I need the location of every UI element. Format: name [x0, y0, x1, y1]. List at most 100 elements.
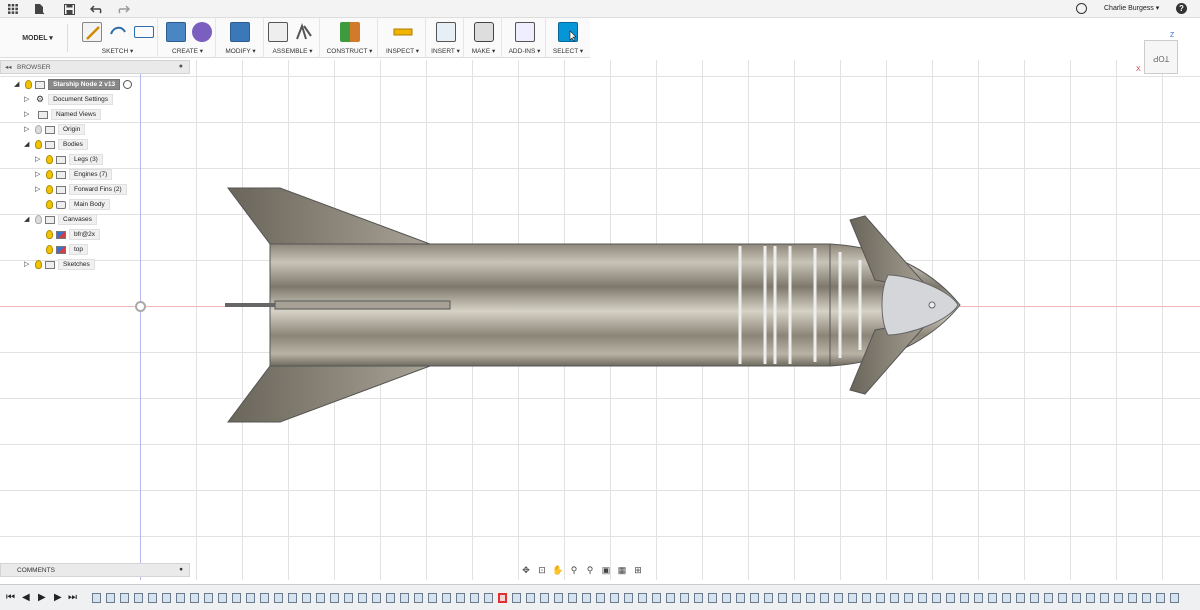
timeline-feature[interactable] — [1030, 593, 1039, 603]
timeline-feature[interactable] — [204, 593, 213, 603]
tree-item-engines[interactable]: ▷ Engines (7) — [35, 168, 113, 181]
timeline-feature[interactable] — [806, 593, 815, 603]
timeline-feature[interactable] — [1044, 593, 1053, 603]
timeline-feature[interactable] — [666, 593, 675, 603]
timeline-feature[interactable] — [834, 593, 843, 603]
timeline-feature[interactable] — [1002, 593, 1011, 603]
collapse-triangle-icon[interactable]: ◢ — [14, 81, 22, 89]
visibility-bulb-icon[interactable] — [46, 230, 53, 239]
timeline-feature[interactable] — [106, 593, 115, 603]
timeline-feature[interactable] — [624, 593, 633, 603]
addins-group[interactable]: ADD-INS ▾ — [504, 18, 546, 58]
origin-marker-icon[interactable] — [135, 301, 146, 312]
timeline-first-icon[interactable]: ⏮ — [6, 592, 15, 603]
create-group[interactable]: CREATE ▾ — [160, 18, 216, 58]
timeline-feature[interactable] — [498, 593, 507, 603]
tree-item-document-settings[interactable]: ▷ ⚙ Document Settings — [24, 93, 113, 106]
timeline-feature[interactable] — [554, 593, 563, 603]
timeline-feature[interactable] — [862, 593, 871, 603]
timeline-feature[interactable] — [750, 593, 759, 603]
timeline-feature[interactable] — [876, 593, 885, 603]
zoom-icon[interactable]: ⚲ — [568, 564, 580, 576]
workspace-switcher[interactable]: MODEL ▾ — [8, 24, 68, 52]
visibility-bulb-icon[interactable] — [35, 215, 42, 224]
form-sphere-icon[interactable] — [192, 22, 212, 42]
comments-pin-icon[interactable]: ● — [179, 566, 183, 573]
grid-settings-icon[interactable]: ▦ — [616, 564, 628, 576]
rectangle-tool-icon[interactable] — [134, 26, 154, 38]
visibility-bulb-icon[interactable] — [35, 260, 42, 269]
display-settings-icon[interactable]: ▣ — [600, 564, 612, 576]
timeline-feature[interactable] — [1114, 593, 1123, 603]
timeline-feature[interactable] — [428, 593, 437, 603]
timeline-feature[interactable] — [848, 593, 857, 603]
activate-radio-icon[interactable] — [123, 80, 133, 89]
timeline-feature[interactable] — [1072, 593, 1081, 603]
visibility-bulb-icon[interactable] — [35, 125, 42, 134]
line-tool-icon[interactable] — [108, 22, 128, 42]
timeline-feature[interactable] — [890, 593, 899, 603]
timeline-feature[interactable] — [1142, 593, 1151, 603]
timeline-play-icon[interactable]: ▶ — [38, 592, 46, 603]
tree-item-canvas-top[interactable]: top — [43, 243, 89, 256]
browser-pin-icon[interactable]: ● — [179, 63, 183, 70]
timeline-feature[interactable] — [148, 593, 157, 603]
select-group[interactable]: SELECT ▾ — [548, 18, 588, 58]
browser-panel-header[interactable]: ◂◂ BROWSER ● — [0, 60, 190, 74]
timeline-feature[interactable] — [1170, 593, 1179, 603]
timeline-feature[interactable] — [1016, 593, 1025, 603]
save-icon[interactable] — [62, 2, 76, 16]
insert-group[interactable]: INSERT ▾ — [428, 18, 464, 58]
timeline-feature[interactable] — [960, 593, 969, 603]
timeline-feature[interactable] — [414, 593, 423, 603]
timeline-feature[interactable] — [988, 593, 997, 603]
visibility-bulb-icon[interactable] — [35, 140, 42, 149]
timeline-feature[interactable] — [1058, 593, 1067, 603]
timeline-feature[interactable] — [778, 593, 787, 603]
timeline-feature[interactable] — [470, 593, 479, 603]
comments-panel-header[interactable]: COMMENTS ● — [0, 563, 190, 577]
timeline-feature[interactable] — [638, 593, 647, 603]
timeline-feature[interactable] — [932, 593, 941, 603]
timeline-feature[interactable] — [512, 593, 521, 603]
orbit-icon[interactable]: ✥ — [520, 564, 532, 576]
redo-icon[interactable] — [116, 2, 130, 16]
timeline-prev-icon[interactable]: ◀ — [22, 592, 30, 603]
timeline-feature[interactable] — [246, 593, 255, 603]
collapse-browser-icon[interactable]: ◂◂ — [5, 63, 12, 71]
timeline-feature[interactable] — [400, 593, 409, 603]
timeline-feature[interactable] — [736, 593, 745, 603]
user-account-menu[interactable]: Charlie Burgess ▾ — [1104, 4, 1159, 12]
job-status-clock-icon[interactable] — [1076, 3, 1087, 14]
timeline-feature[interactable] — [694, 593, 703, 603]
tree-item-main-body[interactable]: Main Body — [43, 198, 110, 211]
timeline-feature[interactable] — [162, 593, 171, 603]
tree-item-forward-fins[interactable]: ▷ Forward Fins (2) — [35, 183, 127, 196]
tree-item-legs[interactable]: ▷ Legs (3) — [35, 153, 103, 166]
pan-hand-icon[interactable]: ✋ — [552, 564, 564, 576]
nose-window[interactable] — [881, 274, 959, 336]
joint-icon[interactable] — [294, 22, 314, 42]
timeline-next-icon[interactable]: ▶ — [54, 592, 62, 603]
timeline-feature[interactable] — [358, 593, 367, 603]
timeline-feature[interactable] — [316, 593, 325, 603]
offset-plane-icon[interactable] — [340, 22, 360, 42]
timeline-feature[interactable] — [288, 593, 297, 603]
timeline-feature[interactable] — [568, 593, 577, 603]
rear-fin-bottom[interactable] — [227, 365, 431, 423]
timeline-feature[interactable] — [92, 593, 101, 603]
visibility-bulb-icon[interactable] — [46, 185, 53, 194]
file-menu-icon[interactable] — [32, 2, 46, 16]
timeline-feature[interactable] — [904, 593, 913, 603]
measure-icon[interactable] — [393, 22, 413, 42]
new-component-icon[interactable] — [268, 22, 288, 42]
timeline-feature[interactable] — [232, 593, 241, 603]
timeline-feature[interactable] — [610, 593, 619, 603]
timeline-feature[interactable] — [442, 593, 451, 603]
timeline-feature[interactable] — [330, 593, 339, 603]
tree-item-canvas-bfr[interactable]: bfr@2x — [43, 228, 101, 241]
timeline-feature[interactable] — [190, 593, 199, 603]
timeline-feature[interactable] — [372, 593, 381, 603]
press-pull-icon[interactable] — [230, 22, 250, 42]
starship-model[interactable] — [220, 180, 970, 430]
